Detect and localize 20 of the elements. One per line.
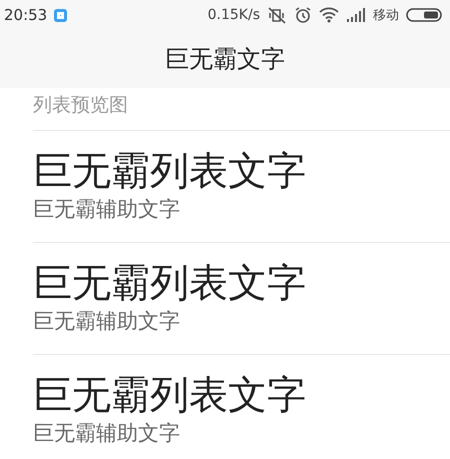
- wifi-icon: [319, 7, 339, 23]
- item-subtitle: 巨无霸辅助文字: [33, 420, 181, 447]
- signal-icon: [346, 8, 366, 22]
- page-title: 巨无霸文字: [165, 44, 285, 75]
- alarm-icon: [294, 6, 312, 24]
- carrier-name: 移动: [373, 7, 399, 24]
- battery-icon: [406, 8, 442, 22]
- app-notification-icon: [54, 8, 68, 22]
- network-speed: 0.15K/s: [208, 7, 260, 23]
- section-label: 列表预览图: [33, 88, 450, 131]
- item-title: 巨无霸列表文字: [33, 150, 307, 195]
- item-subtitle: 巨无霸辅助文字: [33, 308, 181, 335]
- list-item[interactable]: 巨无霸列表文字 巨无霸辅助文字: [33, 355, 450, 459]
- item-title: 巨无霸列表文字: [33, 262, 307, 307]
- item-subtitle: 巨无霸辅助文字: [33, 196, 181, 223]
- list-item[interactable]: 巨无霸列表文字 巨无霸辅助文字: [33, 243, 450, 355]
- vibrate-off-icon: [267, 6, 287, 24]
- status-time: 20:53: [4, 6, 48, 24]
- item-title: 巨无霸列表文字: [33, 374, 307, 419]
- list-item[interactable]: 巨无霸列表文字 巨无霸辅助文字: [33, 131, 450, 243]
